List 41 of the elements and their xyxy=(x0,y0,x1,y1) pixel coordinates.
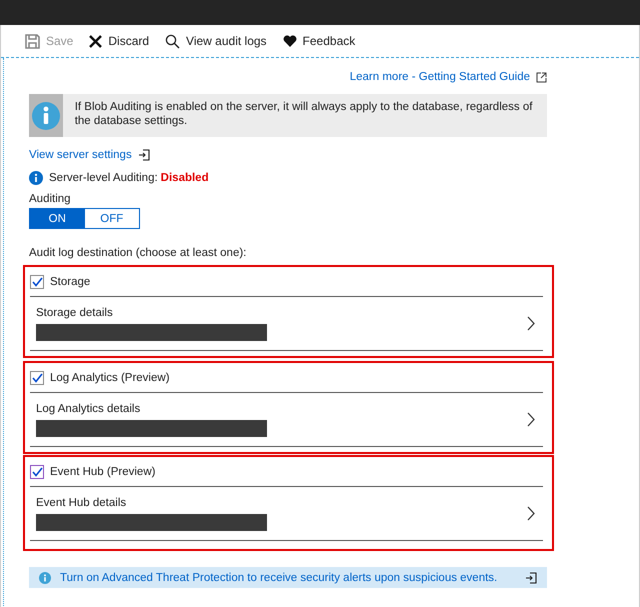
destination-name: Storage xyxy=(50,276,90,288)
details-row[interactable]: Log Analytics details xyxy=(30,393,543,447)
checkbox[interactable] xyxy=(30,464,44,478)
server-auditing-label: Server-level Auditing: xyxy=(49,172,158,184)
discard-button[interactable]: Discard xyxy=(89,34,150,48)
info-icon xyxy=(29,171,43,185)
threat-protection-banner[interactable]: Turn on Advanced Threat Protection to receive security alerts upon suspicious events. xyxy=(29,567,547,588)
server-settings-link[interactable]: View server settings xyxy=(29,149,132,161)
feedback-button[interactable]: Feedback xyxy=(282,34,356,48)
navigate-icon xyxy=(525,572,537,584)
destination-label: Audit log destination (choose at least one): xyxy=(29,247,246,259)
details-label: Event Hub details xyxy=(36,496,128,508)
check-icon xyxy=(32,276,42,286)
details-label: Log Analytics details xyxy=(36,402,142,414)
info-icon xyxy=(32,102,60,130)
chevron-right-icon xyxy=(527,316,535,331)
banner-text: Turn on Advanced Threat Protection to receive security alerts upon suspicious events. xyxy=(60,572,498,584)
check-icon xyxy=(32,466,42,476)
info-icon xyxy=(39,572,51,584)
close-icon xyxy=(89,34,102,48)
checkbox[interactable] xyxy=(30,370,44,384)
server-auditing-status: Disabled xyxy=(160,172,209,184)
save-icon xyxy=(25,34,40,48)
external-link-icon xyxy=(536,72,547,82)
destination-name: Event Hub (Preview) xyxy=(50,466,156,478)
details-row[interactable]: Event Hub details xyxy=(30,487,543,541)
search-icon xyxy=(165,34,180,48)
check-icon xyxy=(32,372,42,382)
auditing-label: Auditing xyxy=(29,193,71,205)
details-row[interactable]: Storage details xyxy=(30,297,543,351)
chevron-right-icon xyxy=(527,412,535,427)
search-button[interactable]: View audit logs xyxy=(165,34,267,48)
chevron-right-icon xyxy=(527,506,535,521)
toggle-option[interactable]: ON xyxy=(30,209,84,228)
navigate-icon xyxy=(138,149,150,161)
learn-more-link[interactable]: Learn more - Getting Started Guide xyxy=(350,71,530,83)
destination-name: Log Analytics (Preview) xyxy=(50,372,170,384)
heart-icon xyxy=(282,35,297,47)
checkbox[interactable] xyxy=(30,274,44,288)
details-label: Storage details xyxy=(36,306,114,318)
info-text: If Blob Auditing is enabled on the server, it will always apply to the database, regardless of the database settings. xyxy=(74,100,534,129)
